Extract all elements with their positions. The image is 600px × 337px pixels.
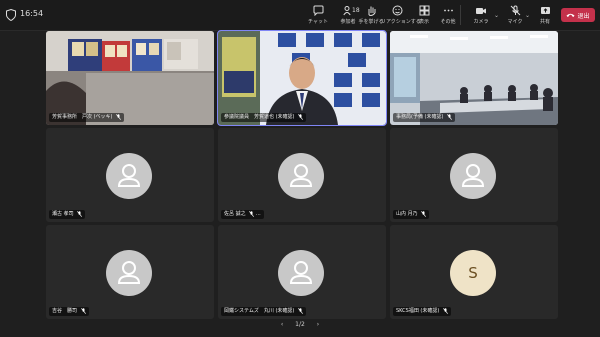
hang-up-icon: [566, 13, 575, 17]
camera-options-chevron-icon[interactable]: ⌄: [494, 12, 499, 19]
avatar: [278, 153, 324, 199]
participant-tile[interactable]: 吉谷 勝司: [46, 225, 214, 319]
smiley-icon: [392, 5, 402, 16]
chat-button[interactable]: チャット: [303, 3, 333, 27]
participant-name-label: 事務局(予備 (未確認): [393, 113, 456, 122]
toolbar-divider: [460, 5, 461, 25]
participant-tile[interactable]: 岡鐵システムズ 丸川 (未確認): [218, 225, 386, 319]
prev-page-chevron-icon[interactable]: ‹: [281, 321, 283, 328]
participant-name-label: 瀬古 孝司: [49, 210, 86, 219]
participant-name-label: SKCS福田 (未確認): [393, 307, 451, 316]
ellipsis-icon: [443, 9, 453, 12]
participant-name-label: 佐呂 誠之 …: [221, 210, 264, 219]
person-icon: [117, 164, 141, 187]
participant-tile[interactable]: S SKCS福田 (未確認): [390, 225, 558, 319]
mic-muted-icon: [80, 307, 86, 314]
shield-icon: [6, 9, 16, 21]
participant-tile-video[interactable]: 事務局(予備 (未確認): [390, 31, 558, 125]
avatar: [106, 153, 152, 199]
video-camera-icon: [476, 8, 486, 14]
meeting-toolbar: 16:54 チャット 参加者 18 手を挙げる リアクションする 表示 その他 …: [0, 0, 600, 31]
mic-muted-icon: [116, 113, 122, 120]
avatar: [106, 250, 152, 296]
participant-name-label: 岡鐵システムズ 丸川 (未確認): [221, 307, 306, 316]
mic-muted-icon: [510, 5, 520, 16]
page-indicator: 1/2: [295, 321, 305, 328]
participant-tile-video[interactable]: 芳賀事務所 戸次 (ベッキ): [46, 31, 214, 125]
share-screen-icon: [540, 7, 550, 14]
speaker-video-feed: [218, 31, 386, 125]
more-button[interactable]: その他: [433, 3, 463, 27]
participant-tile[interactable]: 瀬古 孝司: [46, 128, 214, 222]
camera-button[interactable]: カメラ: [466, 3, 496, 27]
person-icon: [289, 261, 313, 284]
mic-muted-icon: [297, 307, 303, 314]
person-icon: [117, 261, 141, 284]
grid-icon: [419, 5, 429, 16]
mic-muted-icon: [421, 210, 427, 217]
mic-muted-icon: [447, 113, 453, 120]
person-icon: [461, 164, 485, 187]
participant-name-label: 参議院議員 芳賀道也 (未確認): [221, 113, 307, 122]
leave-button[interactable]: 退出: [561, 8, 595, 22]
hand-icon: [368, 6, 375, 16]
mic-muted-icon: [442, 307, 448, 314]
avatar: [278, 250, 324, 296]
mic-muted-icon: [77, 210, 83, 217]
share-button[interactable]: 共有: [530, 3, 560, 27]
conference-room-video-feed: [390, 31, 558, 125]
participant-tile-video-active-speaker[interactable]: 参議院議員 芳賀道也 (未確認): [217, 30, 387, 126]
participant-name-label: 吉谷 勝司: [49, 307, 89, 316]
avatar: [450, 153, 496, 199]
mic-muted-icon: [298, 113, 304, 120]
participant-tile[interactable]: 山内 月乃: [390, 128, 558, 222]
mic-muted-icon: [249, 210, 255, 217]
participant-name-label: 芳賀事務所 戸次 (ベッキ): [49, 113, 125, 122]
person-icon: [289, 164, 313, 187]
chat-icon: [313, 5, 323, 16]
avatar-initial: S: [450, 250, 496, 296]
office-video-feed: [46, 31, 214, 125]
participant-tile[interactable]: 佐呂 誠之 …: [218, 128, 386, 222]
next-page-chevron-icon[interactable]: ›: [317, 321, 319, 328]
meeting-timer: 16:54: [20, 9, 44, 18]
gallery-pager: ‹ 1/2 ›: [0, 321, 600, 333]
participant-name-label: 山内 月乃: [393, 210, 430, 219]
